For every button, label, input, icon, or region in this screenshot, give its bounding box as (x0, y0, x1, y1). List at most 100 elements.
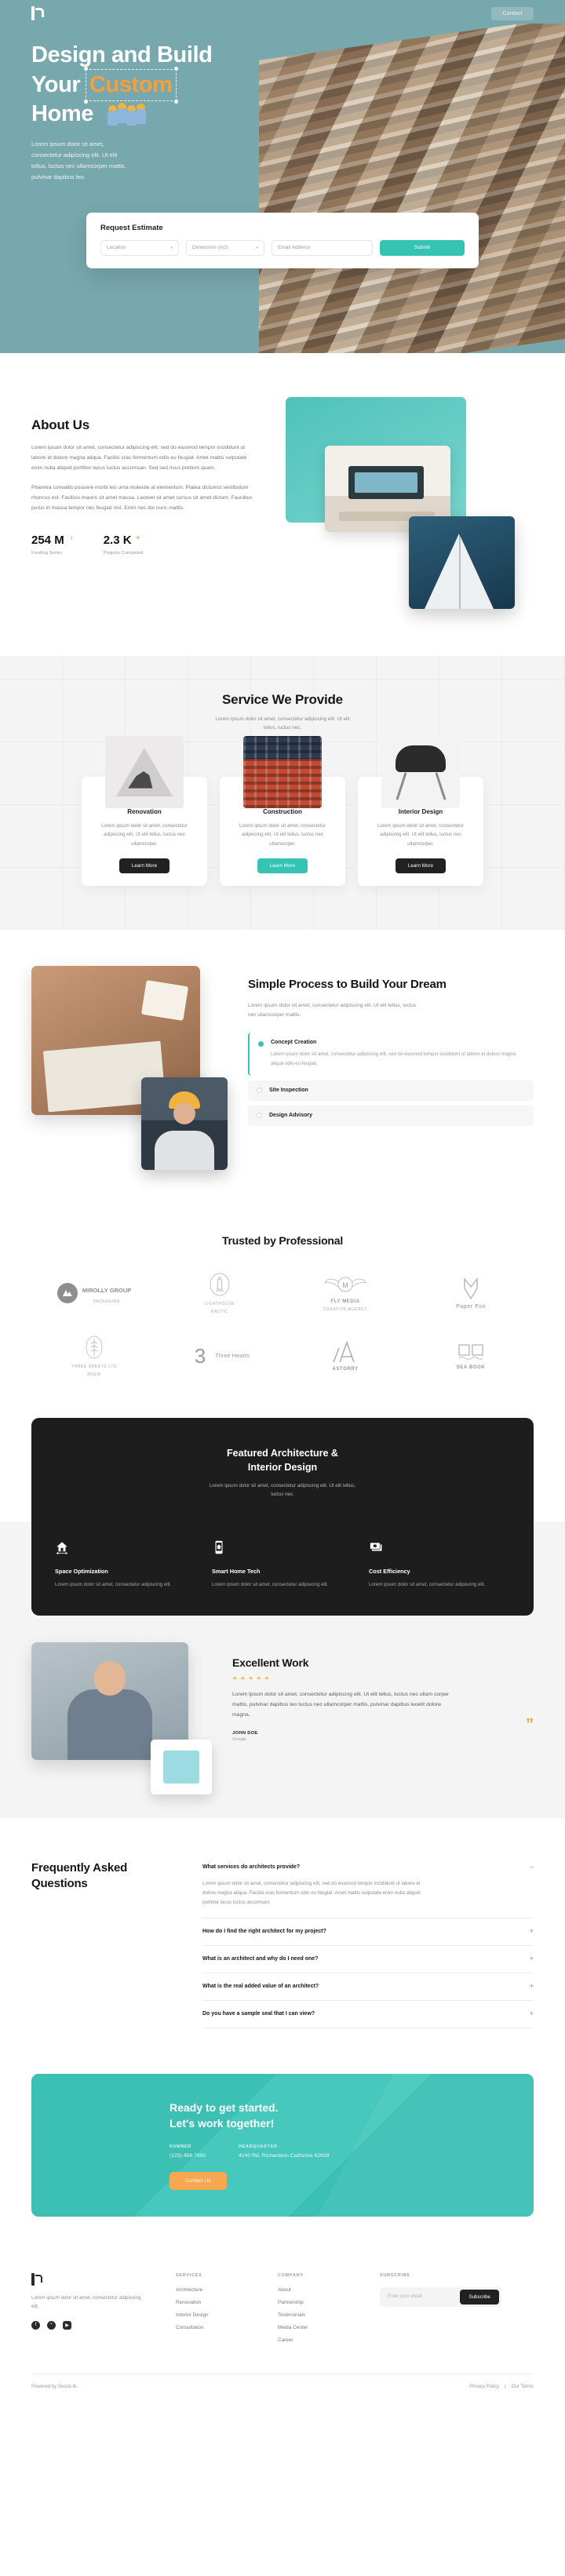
footer-link-partnership[interactable]: Partnership (278, 2300, 353, 2305)
footer-link-consultation[interactable]: Consultation (176, 2325, 251, 2330)
contact-us-button[interactable]: Contact Us (170, 2171, 227, 2190)
email-address-input[interactable]: Email Address (272, 239, 373, 256)
featured-item-cost-efficiency: Cost Efficiency Lorem ipsum dolor sit am… (369, 1540, 510, 1589)
footer-link-renovation[interactable]: Renovation (176, 2300, 251, 2305)
minus-icon[interactable]: – (530, 1863, 534, 1871)
partner-logo-label: LIGHTHOUSE (204, 1302, 235, 1307)
footer-columns: Lorem ipsum dolor sit amet, consectetur … (31, 2272, 534, 2350)
footer-link-testimonials[interactable]: Testimonials (278, 2312, 353, 2318)
plus-icon[interactable]: + (530, 2010, 534, 2017)
learn-more-button[interactable]: Learn More (257, 858, 308, 874)
testimonial-title: Excellent Work (232, 1656, 309, 1669)
services-section: Service We Provide Lorem ipsum dolor sit… (0, 656, 565, 931)
faq-question-row[interactable]: Do you have a sample seal that I can vie… (202, 2010, 534, 2017)
cta-title-line-2: Let's work together! (170, 2117, 275, 2130)
step-title: Site Inspection (269, 1087, 308, 1093)
selection-handle-top-right[interactable] (173, 66, 178, 71)
plus-icon[interactable]: + (530, 1983, 534, 1990)
plus-icon[interactable]: + (530, 1955, 534, 1962)
submit-button[interactable]: Submit (380, 239, 465, 256)
renovation-sign-image (105, 735, 184, 808)
faq-question-row[interactable]: How do I find the right architect for my… (202, 1928, 534, 1935)
a-monogram-icon (333, 1340, 355, 1363)
subscribe-button[interactable]: Subscribe (460, 2289, 499, 2305)
fox-shield-icon (464, 1277, 478, 1299)
faq-question-row[interactable]: What is an architect and why do I need o… (202, 1955, 534, 1962)
architecture-logo-icon[interactable] (31, 6, 44, 20)
learn-more-button[interactable]: Learn More (118, 858, 170, 874)
stat-projects-label: Projects Completed (103, 551, 144, 556)
faq-answer: Lorem ipsum dolor sit amet, consectetur … (202, 1880, 421, 1906)
service-card-title: Renovation (127, 807, 162, 815)
facebook-icon[interactable]: f (31, 2320, 40, 2330)
location-select[interactable]: Location ▾ (100, 239, 179, 256)
subscribe-form: Enter your email Subscribe (380, 2286, 501, 2307)
footer-bottom-bar: Powered by SocioLib. Privacy Policy | Ou… (31, 2373, 534, 2402)
faq-question: What is the real added value of an archi… (202, 1984, 319, 1990)
stat-projects-sup: + (136, 534, 140, 542)
service-card[interactable]: Construction Lorem ipsum dolor sit amet,… (220, 735, 345, 887)
testimonial-floating-card (151, 1739, 212, 1794)
privacy-policy-link[interactable]: Privacy Policy (469, 2384, 499, 2389)
location-select-value: Location (107, 245, 126, 251)
faq-question-row[interactable]: What services do architects provide? – (202, 1863, 534, 1871)
mirolly-mountain-icon (56, 1283, 78, 1304)
footer-link-career[interactable]: Career (278, 2337, 353, 2343)
process-step-site-inspection[interactable]: Site Inspection (248, 1080, 534, 1101)
subscribe-email-input[interactable]: Enter your email (382, 2294, 460, 2299)
chevron-down-icon: ▾ (170, 245, 173, 250)
faq-item[interactable]: How do I find the right architect for my… (202, 1918, 534, 1947)
testimonial-section: Excellent Work ★ ★ ★ ★ ★ Lorem ipsum dol… (0, 1615, 565, 1818)
footer-link-about[interactable]: About (278, 2287, 353, 2293)
cta-contact-details: NUMBER (123) 456 7890 HEADQUARTER 4140 R… (170, 2144, 534, 2159)
faq-item[interactable]: What services do architects provide? – L… (202, 1854, 534, 1919)
selection-handle-bottom-right[interactable] (173, 100, 178, 104)
footer-link-media-center[interactable]: Media Center (278, 2325, 353, 2330)
nav-contact-button[interactable]: Contact (491, 6, 534, 20)
selection-handle-top-left[interactable] (83, 66, 88, 71)
faq-item[interactable]: What is an architect and why do I need o… (202, 1946, 534, 1974)
faq-item[interactable]: What is the real added value of an archi… (202, 1973, 534, 2002)
landing-page: Contact Design and Build Your Custom Hom… (0, 0, 565, 2402)
youtube-icon[interactable]: ▶ (63, 2320, 71, 2330)
learn-more-button[interactable]: Learn More (395, 858, 447, 874)
site-footer: Lorem ipsum dolor sit amet, consectetur … (0, 2253, 565, 2402)
twitter-icon[interactable]: ᵛ (47, 2320, 56, 2330)
featured-subtitle: Lorem ipsum dolor sit amet, consectetur … (209, 1483, 356, 1498)
footer-company-heading: COMPANY (278, 2272, 304, 2278)
service-card-text: Lorem ipsum dolor sit amet, consectetur … (377, 822, 465, 847)
cta-number-value: (123) 456 7890 (170, 2152, 206, 2159)
our-terms-link[interactable]: Our Terms (512, 2384, 534, 2389)
partner-logo-mirolly: MIROLLY GROUP PACKAGING (56, 1282, 131, 1304)
partner-logo-caption: BREW (87, 1372, 101, 1378)
faq-item[interactable]: Do you have a sample seal that I can vie… (202, 2001, 534, 2029)
faq-section: Frequently Asked Questions What services… (0, 1818, 565, 2060)
featured-dark-card: Featured Architecture & Interior Design … (31, 1418, 534, 1616)
stat-funding-sup: › (70, 534, 73, 542)
open-book-icon (458, 1344, 483, 1361)
faq-heading-column: Frequently Asked Questions (31, 1854, 180, 1892)
service-card[interactable]: Interior Design Lorem ipsum dolor sit am… (358, 735, 483, 887)
featured-section: Featured Architecture & Interior Design … (0, 1412, 565, 1616)
cta-wrapper: Ready to get started. Let's work togethe… (0, 2060, 565, 2253)
process-step-concept-creation[interactable]: Concept Creation Lorem ipsum dolor sit a… (248, 1033, 534, 1076)
footer-link-interior-design[interactable]: Interior Design (176, 2312, 251, 2318)
selection-dashed-border (85, 68, 177, 102)
service-card[interactable]: Renovation Lorem ipsum dolor sit amet, c… (82, 735, 207, 887)
cta-headquarter-value: 4140 Rd. Richardson California 62639 (239, 2152, 330, 2159)
services-subtitle: Lorem ipsum dolor sit amet, consectetur … (215, 716, 350, 731)
cta-number-label: NUMBER (170, 2144, 191, 2149)
faq-question-row[interactable]: What is the real added value of an archi… (202, 1983, 534, 1990)
footer-logo-icon[interactable] (31, 2272, 42, 2286)
footer-link-architecture[interactable]: Architecture (176, 2287, 251, 2293)
hero-title-line-3: Home (31, 101, 93, 127)
money-icon (370, 1542, 382, 1551)
hero-title: Design and Build Your Custom Home (31, 41, 290, 129)
step-text: Lorem ipsum dolor sit amet, consectetur … (271, 1051, 516, 1066)
dimension-select[interactable]: Dimension (m2) ▾ (186, 239, 264, 256)
footer-subscribe-column: SUBSCRIBE Enter your email Subscribe (380, 2273, 534, 2350)
plus-icon[interactable]: + (530, 1928, 534, 1935)
cta-number-block: NUMBER (123) 456 7890 (170, 2144, 206, 2159)
process-step-design-advisory[interactable]: Design Advisory (248, 1105, 534, 1126)
faq-title: Frequently Asked Questions (31, 1860, 128, 1890)
